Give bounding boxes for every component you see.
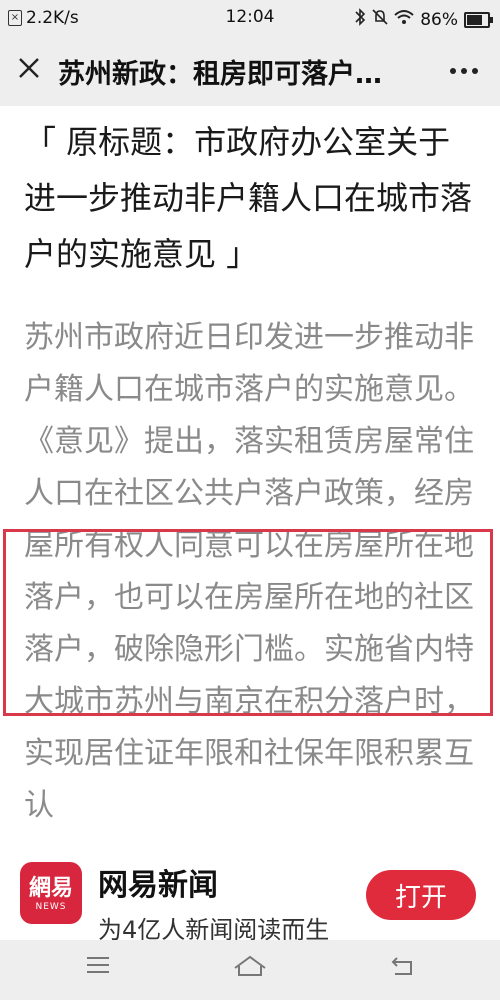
title-bar: 苏州新政：租房即可落户…: [0, 36, 500, 106]
app-download-banner[interactable]: 網易 NEWS 网易新闻 为4亿人新闻阅读而生 打开: [0, 850, 500, 940]
battery-icon: [464, 11, 493, 28]
back-icon: [389, 957, 415, 982]
bluetooth-icon: [354, 8, 366, 31]
battery-percent: 86%: [420, 9, 458, 30]
app-slogan: 为4亿人新闻阅读而生: [98, 916, 330, 940]
article-content[interactable]: 「 原标题：市政府办公室关于进一步推动非户籍人口在城市落户的实施意见 」 苏州市…: [0, 106, 500, 850]
wifi-icon: [394, 9, 414, 30]
article-body: 苏州市政府近日印发进一步推动非户籍人口在城市落户的实施意见。《意见》提出，落实租…: [24, 320, 474, 823]
home-icon: [232, 955, 268, 982]
status-right: 86%: [354, 8, 493, 31]
mute-icon: [372, 8, 388, 31]
open-app-button[interactable]: 打开: [366, 870, 476, 920]
close-icon: [17, 53, 41, 88]
close-button[interactable]: [14, 56, 44, 86]
battery-fill: [467, 14, 482, 25]
back-button[interactable]: [382, 954, 422, 986]
more-icon: [449, 49, 479, 82]
article-headline: 「 原标题：市政府办公室关于进一步推动非户籍人口在城市落户的实施意见 」: [24, 123, 473, 273]
logo-subtext: NEWS: [35, 902, 67, 912]
status-bar: × 2.2K/s 12:04 86%: [0, 0, 500, 36]
menu-button[interactable]: [78, 954, 118, 986]
home-button[interactable]: [230, 954, 270, 986]
app-name: 网易新闻: [98, 868, 218, 903]
navigation-bar: [0, 940, 500, 1000]
app-logo: 網易 NEWS: [20, 862, 82, 924]
logo-text: 網易: [28, 876, 73, 901]
page-title: 苏州新政：租房即可落户…: [58, 59, 382, 90]
more-button[interactable]: [444, 54, 484, 84]
menu-icon: [85, 957, 111, 980]
